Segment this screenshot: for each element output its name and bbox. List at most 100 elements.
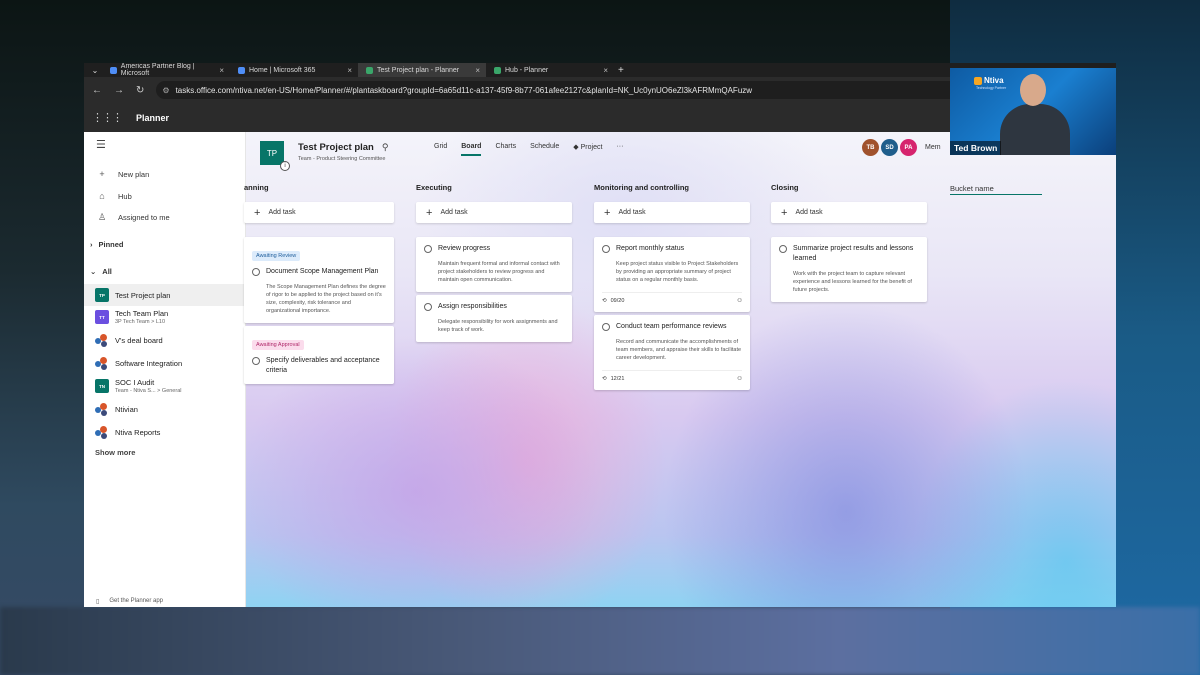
plan-avatar[interactable]: TP <box>260 141 284 165</box>
phone-icon: ▯ <box>96 599 100 605</box>
task-card[interactable]: Summarize project results and lessons le… <box>771 237 927 302</box>
member-avatar[interactable]: SD <box>881 139 898 156</box>
tab-project[interactable]: ◆ Project <box>573 143 602 154</box>
task-title: Document Scope Management Plan <box>266 268 379 275</box>
task-description: Maintain frequent formal and informal co… <box>438 261 560 283</box>
close-tab-icon[interactable]: × <box>475 66 480 75</box>
task-card[interactable]: Assign responsibilities Delegate respons… <box>416 295 572 342</box>
member-avatar[interactable]: PA <box>900 139 917 156</box>
close-tab-icon[interactable]: × <box>603 66 608 75</box>
bucket-title[interactable]: Executing <box>416 183 572 195</box>
browser-tab-active[interactable]: Test Project plan - Planner × <box>358 63 486 77</box>
close-tab-icon[interactable]: × <box>219 66 224 75</box>
members-label[interactable]: Mem <box>925 144 941 151</box>
task-card[interactable]: Awaiting Approval Specify deliverables a… <box>244 326 394 384</box>
logo-tagline: Technology Partner <box>976 86 1007 90</box>
sidebar-plan-ntivian[interactable]: Ntivian <box>84 398 245 420</box>
forward-icon[interactable]: → <box>114 85 124 96</box>
member-avatar[interactable]: TB <box>862 139 879 156</box>
task-title: Assign responsibilities <box>438 303 507 310</box>
all-section-toggle[interactable]: ⌄ All <box>90 267 112 276</box>
bucket-title[interactable]: Monitoring and controlling <box>594 183 750 195</box>
sidebar: ☰ + New plan ⌂ Hub ♙ Assigned to me › Pinned… <box>84 132 246 607</box>
task-label-badge: Awaiting Review <box>252 251 301 261</box>
add-task-label: Add task <box>795 209 823 216</box>
browser-tab[interactable]: Hub - Planner × <box>486 63 614 77</box>
complete-task-checkbox[interactable] <box>779 245 787 253</box>
hamburger-icon[interactable]: ☰ <box>96 138 106 151</box>
group-plan-icon <box>95 333 109 347</box>
board-area: TP i Test Project plan ⚲ Team - Product S… <box>244 132 1116 607</box>
assign-icon[interactable]: ⚇ <box>737 298 742 304</box>
info-icon[interactable]: i <box>280 161 290 171</box>
complete-task-checkbox[interactable] <box>252 357 260 365</box>
bucket-title[interactable]: anning <box>244 183 394 195</box>
sidebar-plan-ntiva-reports[interactable]: Ntiva Reports <box>84 421 245 443</box>
get-app-link[interactable]: ▯ Get the Planner app <box>96 598 163 605</box>
plan-name: Tech Team Plan <box>115 309 169 318</box>
sidebar-plan-software-integration[interactable]: Software Integration <box>84 352 245 374</box>
home-icon: ⌂ <box>99 191 105 201</box>
pinned-section-toggle[interactable]: › Pinned <box>90 240 124 249</box>
tab-grid[interactable]: Grid <box>434 143 447 154</box>
plus-icon: + <box>781 206 788 219</box>
tab-search-icon[interactable]: ⌄ <box>88 63 102 77</box>
complete-task-checkbox[interactable] <box>602 245 610 253</box>
task-card[interactable]: Conduct team performance reviews Record … <box>594 315 750 390</box>
add-task-button[interactable]: + Add task <box>771 202 927 223</box>
bucket-title[interactable]: Closing <box>771 183 927 195</box>
chevron-down-icon: ⌄ <box>90 267 97 276</box>
task-description: Work with the project team to capture re… <box>793 271 912 293</box>
sidebar-plan-soc-audit[interactable]: TN SOC I Audit Team - Ntiva S... > Genera… <box>84 375 245 397</box>
browser-tab[interactable]: Home | Microsoft 365 × <box>230 63 358 77</box>
add-task-button[interactable]: + Add task <box>416 202 572 223</box>
task-label-badge: Awaiting Approval <box>252 340 304 350</box>
tab-charts[interactable]: Charts <box>495 143 516 154</box>
new-bucket-name-input[interactable] <box>950 183 1042 195</box>
section-label: All <box>102 267 112 276</box>
app-launcher-icon[interactable]: ⋮⋮⋮ <box>92 111 123 124</box>
sidebar-plan-deal-board[interactable]: V's deal board <box>84 329 245 351</box>
back-icon[interactable]: ← <box>92 85 102 96</box>
plan-name: SOC I Audit <box>115 378 155 387</box>
pin-icon[interactable]: ⚲ <box>382 142 389 153</box>
reload-icon[interactable]: ↻ <box>136 85 144 96</box>
more-views-icon[interactable]: ··· <box>616 143 623 154</box>
browser-tab[interactable]: Americas Partner Blog | Microsoft × <box>102 63 230 77</box>
members-group[interactable]: TB SD PA Mem <box>862 139 941 156</box>
complete-task-checkbox[interactable] <box>424 245 432 253</box>
task-title: Review progress <box>438 245 491 252</box>
plus-icon: + <box>426 206 433 219</box>
task-card[interactable]: Report monthly status Keep project statu… <box>594 237 750 312</box>
bucket-executing: Executing + Add task Review progress Main… <box>416 183 572 342</box>
add-task-label: Add task <box>618 209 646 216</box>
checklist-progress: ⟲ 09/20 <box>602 298 624 304</box>
sidebar-item-label: New plan <box>118 169 150 179</box>
tab-board[interactable]: Board <box>461 143 482 156</box>
show-more-link[interactable]: Show more <box>95 448 135 457</box>
assign-icon[interactable]: ⚇ <box>737 376 742 382</box>
sidebar-item-new-plan[interactable]: + New plan <box>96 169 149 179</box>
sidebar-item-assigned[interactable]: ♙ Assigned to me <box>96 212 170 223</box>
group-plan-icon <box>95 402 109 416</box>
new-tab-icon[interactable]: + <box>614 65 624 76</box>
site-info-icon[interactable]: ⚙ <box>162 86 169 95</box>
complete-task-checkbox[interactable] <box>252 268 260 276</box>
plus-icon: + <box>604 206 611 219</box>
tab-label: Hub - Planner <box>505 66 549 74</box>
add-task-button[interactable]: + Add task <box>594 202 750 223</box>
close-tab-icon[interactable]: × <box>347 66 352 75</box>
favicon-icon <box>494 66 501 74</box>
chevron-right-icon: › <box>90 240 93 249</box>
complete-task-checkbox[interactable] <box>424 303 432 311</box>
task-description: Record and communicate the accomplishmen… <box>616 339 742 361</box>
task-card[interactable]: Awaiting Review Document Scope Managemen… <box>244 237 394 323</box>
sidebar-item-hub[interactable]: ⌂ Hub <box>96 191 131 201</box>
complete-task-checkbox[interactable] <box>602 323 610 331</box>
sidebar-plan-tech-team[interactable]: TT Tech Team Plan 3P Tech Team > L10 <box>84 306 245 328</box>
tab-schedule[interactable]: Schedule <box>530 143 559 154</box>
sidebar-plan-test-project[interactable]: TP Test Project plan <box>84 284 245 306</box>
add-task-button[interactable]: + Add task <box>244 202 394 223</box>
task-card[interactable]: Review progress Maintain frequent formal… <box>416 237 572 292</box>
backdrop-bottom <box>0 607 1200 675</box>
